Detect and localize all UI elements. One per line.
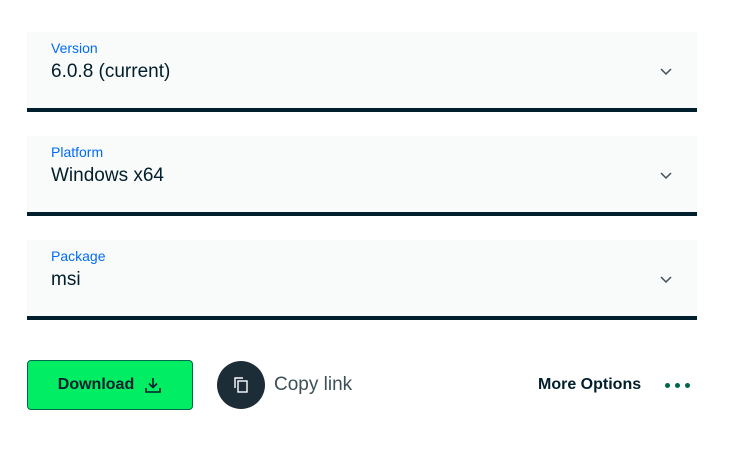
copy-icon-circle — [217, 361, 265, 409]
ellipsis-icon — [665, 382, 691, 388]
download-icon — [145, 378, 162, 393]
version-select[interactable]: Version 6.0.8 (current) — [27, 32, 697, 112]
copy-link-label: Copy link — [274, 374, 353, 395]
more-options-button[interactable]: More Options — [538, 360, 691, 410]
chevron-down-icon — [660, 276, 672, 284]
platform-select[interactable]: Platform Windows x64 — [27, 136, 697, 216]
platform-value: Windows x64 — [51, 165, 164, 186]
chevron-down-icon — [660, 172, 672, 180]
more-options-label: More Options — [538, 376, 642, 393]
version-label: Version — [51, 40, 98, 56]
copy-link-button[interactable]: Copy link — [217, 360, 352, 410]
download-label: Download — [57, 376, 135, 393]
download-button[interactable]: Download — [27, 360, 193, 410]
package-value: msi — [51, 269, 81, 290]
version-value: 6.0.8 (current) — [51, 61, 171, 82]
chevron-down-icon — [660, 68, 672, 76]
package-label: Package — [51, 248, 106, 264]
copy-icon — [234, 377, 248, 393]
platform-label: Platform — [51, 144, 104, 160]
package-select[interactable]: Package msi — [27, 240, 697, 320]
